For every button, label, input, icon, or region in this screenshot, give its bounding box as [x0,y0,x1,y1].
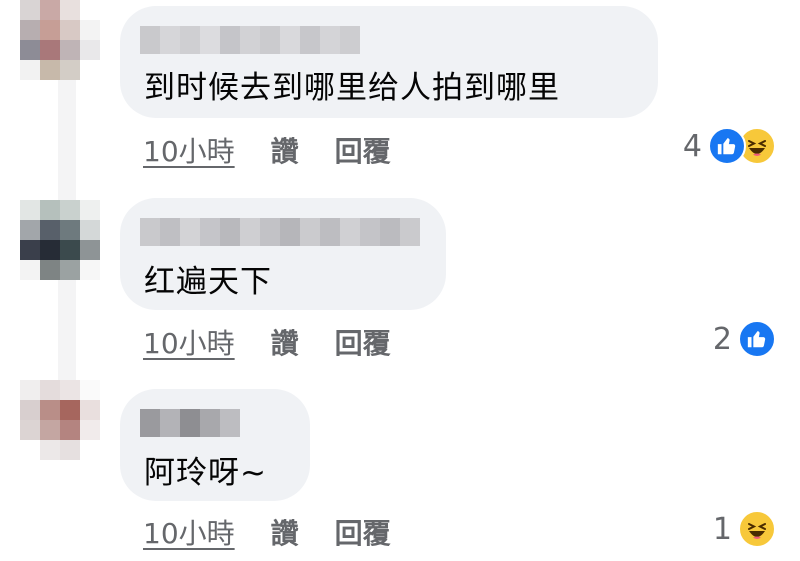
thread-line [58,80,76,200]
reply-button[interactable]: 回覆 [335,130,391,170]
comment-text: 阿玲呀~ [144,455,267,491]
avatar[interactable] [20,200,100,280]
reaction-count: 1 [712,511,732,547]
like-button[interactable]: 讚 [271,512,299,552]
comment-bubble: 红遍天下 [120,198,446,310]
like-button[interactable]: 讚 [271,322,299,362]
reaction-summary[interactable]: 4 [683,127,776,165]
reply-button[interactable]: 回覆 [335,512,391,552]
like-icon [738,320,776,358]
comment-actions: 10小時 讚 回覆 [143,130,391,170]
comment-bubble: 到时候去到哪里给人拍到哪里 [120,6,658,118]
timestamp-link[interactable]: 10小時 [143,130,235,170]
like-button[interactable]: 讚 [271,130,299,170]
comment-bubble: 阿玲呀~ [120,389,310,501]
timestamp-link[interactable]: 10小時 [143,512,235,552]
comment-actions: 10小時 讚 回覆 [143,322,391,362]
avatar[interactable] [20,380,100,460]
reply-button[interactable]: 回覆 [335,322,391,362]
haha-icon [738,510,776,548]
comment-actions: 10小時 讚 回覆 [143,512,391,552]
reaction-summary[interactable]: 2 [713,320,776,358]
timestamp-link[interactable]: 10小時 [143,322,235,362]
reaction-count: 2 [712,321,732,357]
comment-text: 红遍天下 [144,264,272,300]
thread-line [58,280,76,380]
author-name-redacted[interactable] [140,409,240,437]
like-icon [708,127,746,165]
reaction-summary[interactable]: 1 [713,510,776,548]
comment-text: 到时候去到哪里给人拍到哪里 [144,70,560,106]
author-name-redacted[interactable] [140,218,420,246]
avatar[interactable] [20,0,100,80]
author-name-redacted[interactable] [140,26,360,54]
reaction-count: 4 [682,128,702,164]
